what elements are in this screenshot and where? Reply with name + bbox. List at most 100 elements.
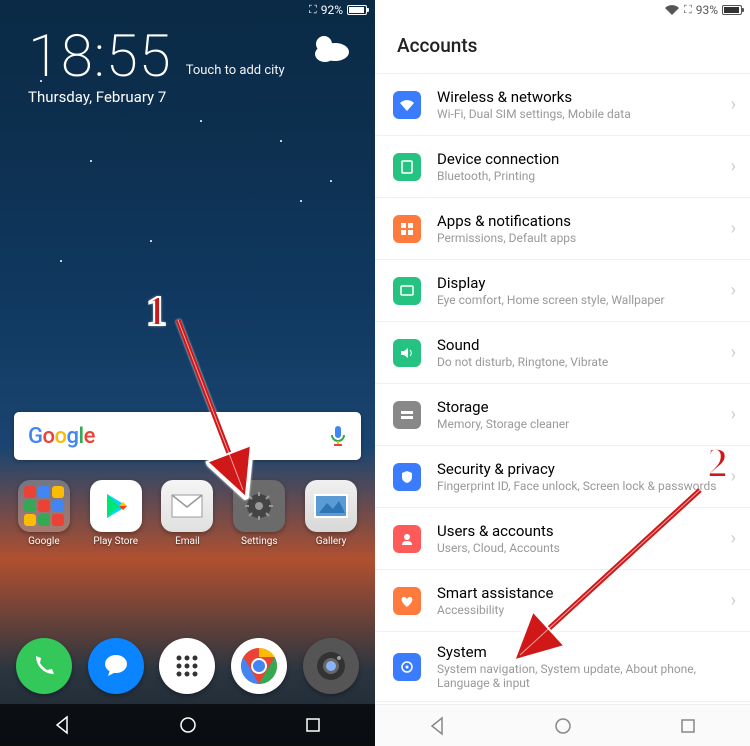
messaging-app[interactable] — [85, 638, 147, 694]
battery-percent: 92% — [321, 3, 343, 17]
nosim-icon: ⛶ — [684, 3, 692, 17]
row-title: System — [437, 643, 736, 661]
drawer-icon — [159, 638, 215, 694]
settings-icon — [233, 480, 285, 532]
gallery-icon — [305, 480, 357, 532]
settings-row-users[interactable]: Users & accountsUsers, Cloud, Accounts › — [375, 508, 750, 570]
status-bar: ⛶ 92% — [0, 0, 375, 20]
message-icon — [88, 638, 144, 694]
app-label: Gallery — [316, 536, 347, 547]
shield-icon — [393, 463, 421, 491]
row-subtitle: Permissions, Default apps — [437, 231, 731, 245]
row-subtitle: Memory, Storage cleaner — [437, 417, 731, 431]
settings-row-system[interactable]: SystemSystem navigation, System update, … — [375, 632, 750, 702]
google-folder[interactable]: Google — [13, 480, 75, 547]
back-button[interactable] — [33, 715, 93, 735]
email-app[interactable]: Email — [156, 480, 218, 547]
chevron-right-icon: › — [731, 280, 736, 301]
row-subtitle: Eye comfort, Home screen style, Wallpape… — [437, 293, 731, 307]
chevron-right-icon: › — [731, 342, 736, 363]
row-subtitle: Wi-Fi, Dual SIM settings, Mobile data — [437, 107, 731, 121]
navigation-bar — [375, 704, 750, 746]
sound-icon — [393, 339, 421, 367]
device-icon — [393, 153, 421, 181]
settings-app[interactable]: Settings — [228, 480, 290, 547]
annotation-step1-number: 1 — [146, 288, 167, 336]
settings-row-display[interactable]: DisplayEye comfort, Home screen style, W… — [375, 260, 750, 322]
status-bar: ⛶ 93% — [375, 0, 750, 20]
battery-icon — [722, 5, 742, 15]
app-drawer[interactable] — [156, 638, 218, 694]
chrome-icon — [231, 638, 287, 694]
google-search-bar[interactable]: Google — [14, 412, 361, 460]
settings-screen: ⛶ 93% Accounts Wireless & networksWi-Fi,… — [375, 0, 750, 746]
settings-row-device-connection[interactable]: Device connectionBluetooth, Printing › — [375, 136, 750, 198]
navigation-bar — [0, 704, 375, 746]
row-title: Security & privacy — [437, 460, 731, 478]
voice-search-icon[interactable] — [329, 424, 347, 448]
recent-button[interactable] — [283, 717, 343, 733]
google-logo: Google — [28, 424, 95, 449]
row-subtitle: Accessibility — [437, 603, 731, 617]
camera-app[interactable] — [300, 638, 362, 694]
system-icon — [393, 653, 421, 681]
settings-row-security[interactable]: Security & privacyFingerprint ID, Face u… — [375, 446, 750, 508]
settings-row-apps[interactable]: Apps & notificationsPermissions, Default… — [375, 198, 750, 260]
dialer-app[interactable] — [13, 638, 75, 694]
chevron-right-icon: › — [731, 94, 736, 115]
row-subtitle: System navigation, System update, About … — [437, 662, 736, 690]
play-store-app[interactable]: Play Store — [85, 480, 147, 547]
clock-widget[interactable]: 18:55 Touch to add city — [0, 20, 375, 86]
chevron-right-icon: › — [731, 466, 736, 487]
row-title: Sound — [437, 336, 731, 354]
settings-row-smart-assistance[interactable]: Smart assistanceAccessibility › — [375, 570, 750, 632]
row-title: Storage — [437, 398, 731, 416]
heart-icon — [393, 587, 421, 615]
wifi-icon — [393, 91, 421, 119]
row-subtitle: Fingerprint ID, Face unlock, Screen lock… — [437, 479, 731, 493]
storage-icon — [393, 401, 421, 429]
folder-icon — [18, 480, 70, 532]
wifi-icon — [664, 4, 680, 16]
recent-button[interactable] — [658, 718, 718, 734]
chevron-right-icon: › — [731, 218, 736, 239]
row-title: Device connection — [437, 150, 731, 168]
battery-percent: 93% — [696, 3, 718, 17]
home-button[interactable] — [158, 716, 218, 734]
settings-list: Wireless & networksWi-Fi, Dual SIM setti… — [375, 73, 750, 746]
row-title: Smart assistance — [437, 584, 731, 602]
apps-icon — [393, 215, 421, 243]
chevron-right-icon: › — [731, 590, 736, 611]
settings-row-storage[interactable]: StorageMemory, Storage cleaner › — [375, 384, 750, 446]
chrome-app[interactable] — [228, 638, 290, 694]
row-subtitle: Do not disturb, Ringtone, Vibrate — [437, 355, 731, 369]
settings-row-wireless[interactable]: Wireless & networksWi-Fi, Dual SIM setti… — [375, 74, 750, 136]
display-icon — [393, 277, 421, 305]
app-row: Google Play Store Email Settings Gallery — [0, 480, 375, 547]
add-city-label: Touch to add city — [186, 63, 285, 78]
battery-icon — [347, 5, 367, 15]
playstore-icon — [90, 480, 142, 532]
app-label: Google — [28, 536, 60, 547]
row-title: Users & accounts — [437, 522, 731, 540]
camera-icon — [303, 638, 359, 694]
back-button[interactable] — [408, 716, 468, 736]
row-title: Apps & notifications — [437, 212, 731, 230]
row-title: Wireless & networks — [437, 88, 731, 106]
chevron-right-icon: › — [731, 404, 736, 425]
users-icon — [393, 525, 421, 553]
chevron-right-icon: › — [731, 528, 736, 549]
dock — [0, 638, 375, 694]
nosim-icon: ⛶ — [309, 3, 317, 17]
row-title: Display — [437, 274, 731, 292]
home-button[interactable] — [533, 717, 593, 735]
app-label: Play Store — [93, 536, 138, 547]
clock-time: 18:55 — [28, 28, 172, 86]
email-icon — [161, 480, 213, 532]
settings-row-sound[interactable]: SoundDo not disturb, Ringtone, Vibrate › — [375, 322, 750, 384]
chevron-right-icon: › — [731, 156, 736, 177]
app-label: Settings — [241, 536, 278, 547]
gallery-app[interactable]: Gallery — [300, 480, 362, 547]
weather-icon — [309, 30, 353, 70]
page-title: Accounts — [375, 20, 750, 73]
